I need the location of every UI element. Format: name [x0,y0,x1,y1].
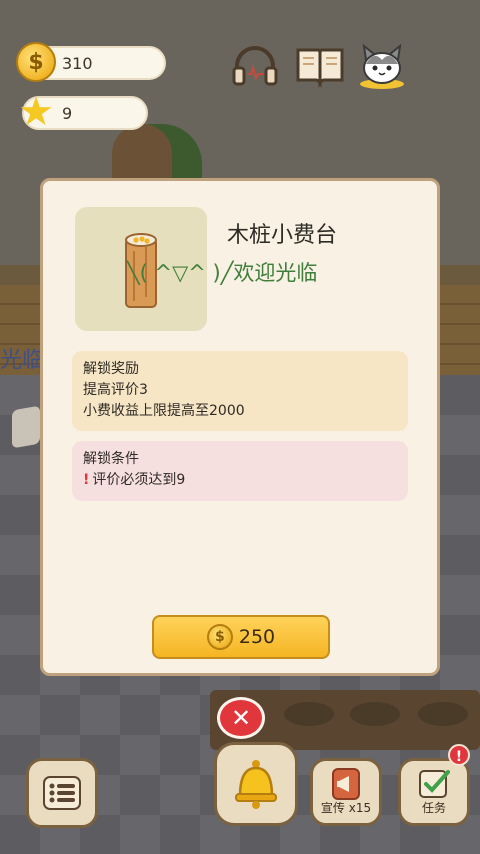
item-welcome-text: ╲( ^▽^ )╱欢迎光临 [127,261,318,285]
condition-line: ! 评价必须达到9 [83,470,397,491]
bell-icon [235,760,277,809]
counter-plate [418,702,468,726]
promote-label: 宣传 x15 [320,801,372,815]
coin-count: 310 [62,54,93,73]
task-label: 任务 [421,801,446,815]
cat-icon [360,43,404,89]
bell-button[interactable] [214,742,298,826]
reward-title: 解锁奖励 [83,361,139,377]
checklist-icon [419,770,450,798]
condition-text: 评价必须达到9 [92,472,186,488]
buy-button[interactable]: $ 250 [152,615,330,659]
book-icon [296,48,344,88]
close-icon: ✕ [230,704,252,732]
promote-button[interactable]: 宣传 x15 [310,758,382,826]
round-stool-decoration [112,124,172,184]
coin-icon: $ [16,42,56,82]
counter-plate [350,702,400,726]
warning-icon: ! [83,472,90,488]
megaphone-icon [332,768,360,800]
music-button[interactable] [229,42,281,90]
recipe-book-button[interactable] [294,42,346,90]
list-icon [43,776,81,810]
reward-line: 提高评价3 [83,382,148,398]
headphones-icon [232,46,278,86]
unlock-item-dialog: 木桩小费台 ╲( ^▽^ )╱欢迎光临 解锁奖励 提高评价3 小费收益上限提高至… [40,178,440,676]
star-icon: ★ [18,89,54,135]
counter-plate [284,702,334,726]
task-button[interactable]: 任务 [398,758,470,826]
buy-price: 250 [238,626,276,648]
close-button[interactable]: ✕ [217,697,265,739]
unlock-reward-box: 解锁奖励 提高评价3 小费收益上限提高至2000 [72,351,408,431]
rating-count: 9 [62,104,73,123]
item-title: 木桩小费台 [227,223,338,248]
condition-title: 解锁条件 [83,451,139,467]
reward-line: 小费收益上限提高至2000 [83,403,245,419]
unlock-condition-box: 解锁条件 ! 评价必须达到9 [72,441,408,501]
side-welcome-sign: 光临 [0,348,45,373]
side-door-arrow [12,405,40,449]
cat-profile-button[interactable] [356,42,408,90]
menu-button[interactable] [26,758,98,828]
task-notification-badge: ! [448,744,470,766]
coin-icon: $ [206,624,233,650]
